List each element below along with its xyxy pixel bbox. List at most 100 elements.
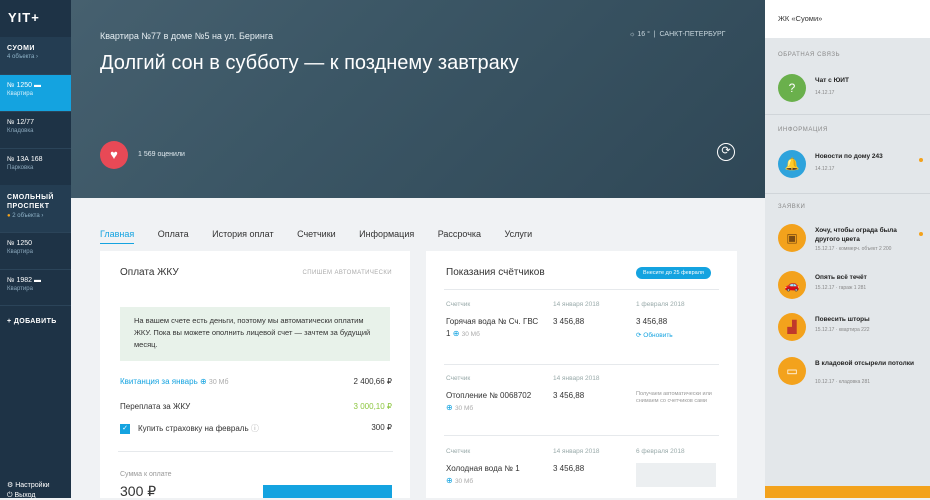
download-icon[interactable]: ⊕	[446, 476, 453, 485]
item-sub: 15.12.17 · коммерч. объект 2 200	[815, 246, 892, 252]
item-title: Новости по дому 243	[815, 153, 883, 160]
update-label: Обновить	[643, 332, 673, 339]
box-icon: ▭	[778, 357, 806, 385]
right-panel: ЖК «Суоми» ОБРАТНАЯ СВЯЗЬ ? Чат с ЮИТ 14…	[765, 0, 930, 498]
receipt-link[interactable]: Квитанция за январь	[120, 377, 198, 386]
tab-main[interactable]: Главная	[100, 229, 135, 244]
divider	[765, 114, 930, 115]
armchair-icon: ▟	[778, 313, 806, 341]
download-icon[interactable]: ⊕	[453, 329, 460, 338]
help-icon[interactable]: ⓘ	[251, 424, 259, 433]
item-title: № 13А 168	[7, 156, 43, 163]
yit-logo[interactable]: YIT+	[8, 10, 40, 25]
meter-row: Счетчик Горячая вода № Сч. ГВС 1 ⊕ 30 Мб…	[446, 301, 726, 371]
sidebar-item-1250-smolny[interactable]: № 1250 Квартира	[0, 232, 71, 269]
sidebar-item-13a-168[interactable]: № 13А 168 Парковка	[0, 148, 71, 185]
refresh-icon[interactable]: ⟳	[717, 143, 735, 161]
meter-input[interactable]	[636, 463, 716, 487]
deadline-badge[interactable]: Внесите до 25 февраля	[636, 267, 711, 279]
main-sidebar: YIT+ СУОМИ 4 объекта › № 1250 ▬ Квартира…	[0, 0, 71, 500]
meter-value-1: 3 456,88	[553, 464, 585, 473]
item-sub: Кладовка	[7, 128, 34, 134]
receipt-amount: 2 400,66 ₽	[353, 377, 392, 386]
insurance-amount: 300 ₽	[371, 423, 392, 432]
apartment-address: Квартира №77 в доме №5 на ул. Беринга	[100, 31, 273, 41]
item-date: 14.12.17	[815, 166, 835, 172]
news-item[interactable]: 🔔 Новости по дому 243 14.12.17	[778, 150, 923, 180]
meter-value-2[interactable]: 3 456,88	[636, 316, 667, 328]
insurance-label: Купить страховку на февраль	[138, 424, 249, 433]
new-request-button[interactable]	[765, 486, 930, 498]
sum-label: Сумма к оплате	[120, 471, 172, 478]
request-item[interactable]: ▭ В кладовой отсырели потолки 10.12.17 ·…	[778, 357, 923, 389]
divider	[444, 289, 719, 290]
meter-name: Отопление № 0068702 ⊕ 30 Мб	[446, 390, 546, 415]
meter-label: Счетчик	[446, 375, 471, 382]
pay-button[interactable]	[263, 485, 392, 498]
settings-link[interactable]: ⚙ Настройки	[7, 481, 50, 489]
tab-services[interactable]: Услуги	[505, 229, 533, 243]
item-title: № 1250	[7, 240, 33, 247]
update-link[interactable]: ⟳ Обновить	[636, 331, 673, 339]
request-item[interactable]: 🚗 Опять всё течёт 15.12.17 · гараж 1 281	[778, 271, 923, 301]
request-item[interactable]: ▣ Хочу, чтобы ограда была другого цвета …	[778, 224, 923, 256]
bell-icon: 🔔	[778, 150, 806, 178]
auto-pay-label[interactable]: СПИШЕМ АВТОМАТИЧЕСКИ	[303, 270, 392, 276]
dot-icon: ●	[7, 213, 11, 219]
settings-label: Настройки	[15, 482, 50, 489]
item-sub: 10.12.17 · кладовка 281	[815, 379, 871, 385]
chat-item[interactable]: ? Чат с ЮИТ 14.12.17	[778, 74, 923, 104]
main-tabs: Главная Оплата История оплат Счетчики Ин…	[100, 224, 551, 244]
meter-date-2: 1 февраля 2018	[636, 301, 685, 308]
tab-payment[interactable]: Оплата	[158, 229, 189, 243]
item-title: № 12/77	[7, 119, 34, 126]
city-name: САНКТ-ПЕТЕРБУРГ	[659, 31, 726, 38]
like-button[interactable]: ♥	[100, 141, 128, 169]
download-icon[interactable]: ⊕	[200, 377, 207, 386]
tab-installment[interactable]: Рассрочка	[438, 229, 481, 243]
overpay-amount: 3 000,10 ₽	[353, 402, 392, 411]
item-sub: Парковка	[7, 165, 34, 171]
meter-date-1: 14 января 2018	[553, 448, 600, 455]
item-date: 14.12.17	[815, 90, 835, 96]
group-title: СУОМИ	[7, 45, 35, 52]
complex-name[interactable]: ЖК «Суоми»	[778, 14, 822, 23]
group-title: СМОЛЬНЫЙ ПРОСПЕКТ	[7, 194, 54, 210]
meter-name-text: Горячая вода № Сч. ГВС 1	[446, 317, 539, 338]
add-object-button[interactable]: + ДОБАВИТЬ	[7, 318, 57, 325]
item-sub: 15.12.17 · квартира 222	[815, 327, 870, 333]
group-smolny[interactable]: СМОЛЬНЫЙ ПРОСПЕКТ ● 2 объекта ›	[0, 185, 71, 232]
meter-row: Счетчик Отопление № 0068702 ⊕ 30 Мб 14 ян…	[446, 375, 726, 435]
divider	[444, 364, 719, 365]
meters-card: Показания счётчиков Внесите до 25 феврал…	[426, 251, 737, 498]
meter-value-1: 3 456,88	[553, 391, 585, 400]
chat-icon: ?	[778, 74, 806, 102]
hero-title: Долгий сон в субботу — к позднему завтра…	[100, 52, 519, 74]
car-icon: 🚗	[778, 271, 806, 299]
sidebar-item-1982[interactable]: № 1982 ▬ Квартира	[0, 269, 71, 306]
group-suomi[interactable]: СУОМИ 4 объекта ›	[0, 37, 71, 74]
temperature: ☼ 16 °	[629, 31, 650, 38]
sidebar-item-12-77[interactable]: № 12/77 Кладовка	[0, 111, 71, 148]
insurance-row: ✓ Купить страховку на февраль ⓘ 300 ₽	[120, 423, 392, 434]
logout-link[interactable]: ⏻ Выход	[7, 492, 35, 500]
tab-info[interactable]: Информация	[359, 229, 414, 243]
meter-name: Горячая вода № Сч. ГВС 1 ⊕ 30 Мб	[446, 316, 541, 341]
tab-meters[interactable]: Счетчики	[297, 229, 336, 243]
update-icon: ⟳	[636, 332, 642, 339]
request-item[interactable]: ▟ Повесить шторы 15.12.17 · квартира 222	[778, 313, 923, 343]
insurance-checkbox[interactable]: ✓	[120, 423, 130, 434]
meter-date-1: 14 января 2018	[553, 375, 600, 382]
tab-history[interactable]: История оплат	[212, 229, 273, 243]
payment-card: Оплата ЖКУ СПИШЕМ АВТОМАТИЧЕСКИ На вашем…	[100, 251, 410, 499]
item-sub: Квартира	[7, 91, 33, 97]
receipt-row: Квитанция за январь ⊕ 30 Мб 2 400,66 ₽	[120, 377, 392, 386]
section-title: ЗАЯВКИ	[778, 204, 806, 210]
divider	[444, 435, 719, 436]
item-sub: 15.12.17 · гараж 1 281	[815, 285, 867, 291]
download-icon[interactable]: ⊕	[446, 403, 453, 412]
group-sub-text: 2 объекта ›	[12, 213, 44, 219]
meter-name-text: Холодная вода № 1	[446, 464, 520, 473]
briefcase-icon: ▣	[778, 224, 806, 252]
sidebar-item-1250[interactable]: № 1250 ▬ Квартира	[0, 74, 71, 111]
